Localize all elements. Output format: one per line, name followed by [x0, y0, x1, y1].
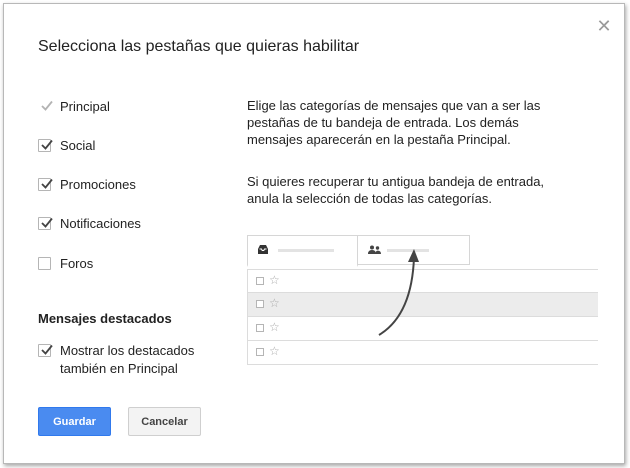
category-label: Promociones — [60, 176, 136, 192]
starred-label: Mostrar los destacados también en Princi… — [60, 343, 195, 376]
inbox-preview: ☆ ☆ ☆ ☆ — [247, 235, 598, 384]
category-option-social[interactable]: Social — [38, 137, 95, 153]
description-paragraph-2: Si quieres recuperar tu antigua bandeja … — [247, 174, 545, 206]
category-label: Notificaciones — [60, 215, 141, 231]
category-label: Foros — [60, 255, 94, 271]
category-label: Social — [60, 137, 96, 153]
check-mark-icon — [41, 344, 53, 355]
category-checkbox[interactable] — [38, 216, 53, 230]
category-label: Principal — [60, 98, 110, 114]
category-checkbox[interactable] — [38, 256, 51, 270]
category-option-notificaciones[interactable]: Notificaciones — [38, 215, 141, 231]
close-icon[interactable]: ✕ — [596, 17, 612, 35]
check-mark-icon — [41, 100, 53, 111]
category-checkbox[interactable] — [38, 138, 53, 152]
curved-arrow-icon — [378, 249, 419, 336]
starred-option[interactable]: Mostrar los destacados también en Princi… — [38, 342, 220, 378]
category-checkbox[interactable] — [38, 177, 53, 191]
cancel-button[interactable]: Cancelar — [128, 407, 201, 436]
category-option-foros[interactable]: Foros — [38, 255, 93, 271]
save-button[interactable]: Guardar — [38, 407, 111, 436]
category-option-promociones[interactable]: Promociones — [38, 176, 136, 192]
check-mark-icon — [41, 217, 53, 228]
check-mark-icon — [41, 178, 53, 189]
starred-section-title: Mensajes destacados — [38, 311, 172, 326]
tab-settings-dialog: ✕ Selecciona las pestañas que quieras ha… — [3, 3, 625, 464]
category-checkbox — [38, 99, 53, 113]
category-option-principal: Principal — [38, 98, 110, 114]
check-mark-icon — [41, 139, 53, 150]
starred-checkbox[interactable] — [38, 344, 53, 357]
dialog-title: Selecciona las pestañas que quieras habi… — [38, 38, 360, 55]
description-paragraph-1: Elige las categorías de mensajes que van… — [247, 98, 541, 147]
